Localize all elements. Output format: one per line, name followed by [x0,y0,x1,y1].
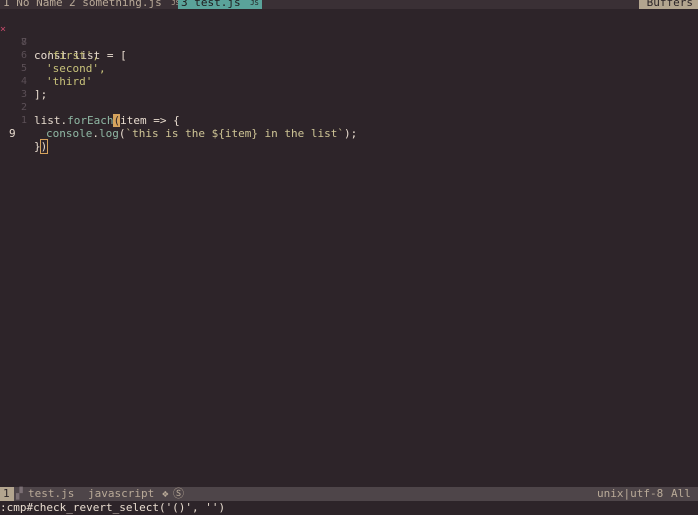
statusline: 1 ▞ test.js javascript ❖ Ⓢ unix|utf-8 Al… [0,487,698,501]
matching-paren: ) [39,139,49,154]
tab-number: 1 [3,0,10,9]
template-string: `this is the ${item} in the list` [125,127,345,140]
branch-separator-icon: ▞ [16,487,23,500]
editor-area[interactable]: × 8 const list = [ 7 'first', 6 'second'… [0,9,698,487]
diagnostics-icon: ❖ [162,487,169,500]
code-text: ]; [34,88,48,101]
session-icon: Ⓢ [173,487,184,500]
current-line-number: 9 [9,127,16,140]
tab-no-name[interactable]: 1 No Name [0,0,66,9]
status-encoding: unix|utf-8 [597,487,664,500]
tabline: 1 No Name 2 something.js JS 3 test.js JS… [0,0,698,9]
code-text-rest: item => { [120,114,180,127]
code-text: list.forEach(item => { [34,114,180,127]
method-name: forEach [67,114,114,127]
tab-label: something.js [82,0,162,9]
code-line: 3 [0,75,27,100]
command-line[interactable]: :cmp#check_revert_select('()', '') [0,501,698,515]
method-name: log [98,127,119,140]
window-number: 1 [0,487,14,501]
status-filename: test.js [28,487,75,500]
status-filetype: javascript [88,487,155,500]
buffers-badge: Buffers [638,0,698,9]
code-text: 'second', [46,62,106,75]
tab-something-js[interactable]: 2 something.js JS [66,0,183,9]
code-line: 7 'first', [0,23,99,62]
tab-label: test.js [194,0,241,9]
code-line: × 8 const list = [ [0,10,127,62]
javascript-file-icon: JS [250,0,259,7]
tab-test-js[interactable]: 3 test.js JS [178,0,262,9]
code-text: }) [34,139,49,154]
identifier: console [46,127,93,140]
tab-number: 3 [181,0,188,9]
tab-number: 2 [69,0,76,9]
code-text: 'third' [46,75,93,88]
code-text: console.log(`this is the ${item} in the … [46,127,358,140]
code-line: 2 list.forEach(item => { [0,88,180,127]
status-position: All [671,487,691,500]
code-line: 1 console.log(`this is the ${item} in th… [0,101,357,140]
tab-label: No Name [16,0,63,9]
code-line: 4 ]; [0,62,47,101]
identifier: list [34,114,61,127]
code-text: 'first', [46,49,99,62]
code-line: 5 'third' [0,49,92,88]
code-line-current: 9 }) [0,114,49,154]
code-line: 6 'second', [0,36,106,75]
